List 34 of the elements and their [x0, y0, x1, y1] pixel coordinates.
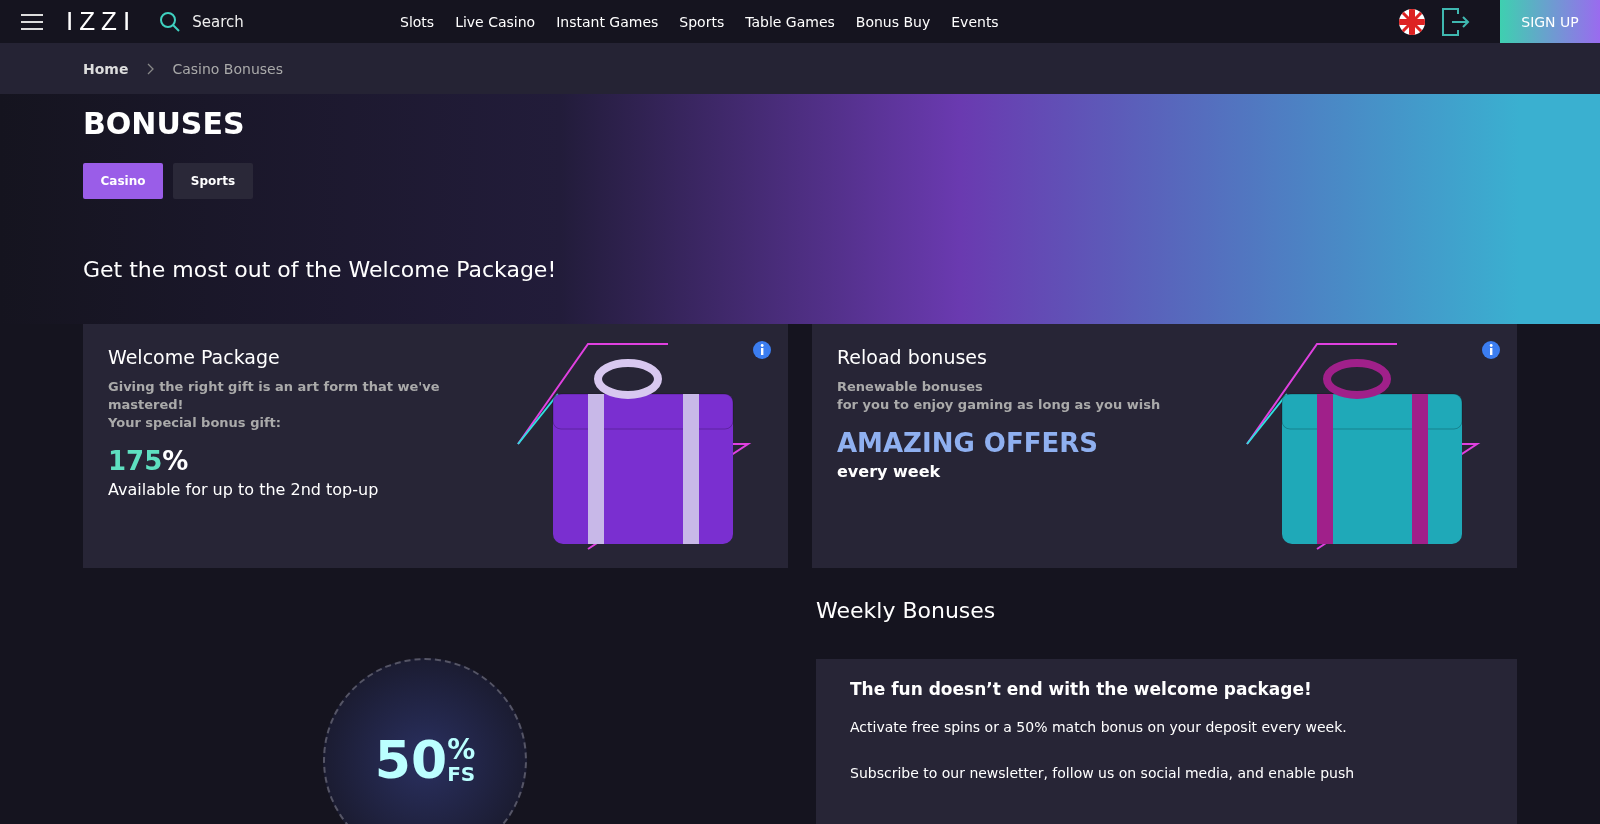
- section-heading: Weekly Bonuses: [816, 598, 997, 623]
- page-title: BONUSES: [83, 105, 246, 141]
- panel-heading: The fun doesn’t end with the welcome package!: [850, 679, 1313, 699]
- info-icon[interactable]: [752, 340, 772, 360]
- panel-text: Subscribe to our newsletter, follow us on social media, and enable push: [850, 765, 1356, 781]
- logo[interactable]: IZZI: [66, 6, 137, 37]
- nav-link[interactable]: Live Casino: [455, 13, 536, 30]
- info-icon[interactable]: [1481, 340, 1501, 360]
- nav-link[interactable]: Bonus Buy: [855, 13, 931, 30]
- breadcrumb-link[interactable]: Home: [83, 60, 129, 77]
- tab[interactable]: Sports: [173, 163, 253, 199]
- nav-link[interactable]: Slots: [400, 13, 435, 30]
- card-headline: AMAZING OFFERS: [837, 428, 1099, 458]
- tab[interactable]: Casino: [83, 163, 163, 199]
- card-description: Renewable bonuses for you to enjoy gaming as long as you wish: [837, 378, 1161, 414]
- breadcrumb-link[interactable]: Casino Bonuses: [172, 60, 283, 77]
- nav-link[interactable]: Table Games: [745, 13, 835, 30]
- flag-icon[interactable]: [1398, 7, 1426, 36]
- card-description: Giving the right gift is an art form that we've mastered! Your special bonus gift:: [108, 378, 441, 432]
- menu-icon[interactable]: [20, 12, 44, 31]
- search-field[interactable]: Search: [190, 11, 295, 32]
- card-title: Reload bonuses: [837, 346, 988, 368]
- percent-sign: %: [162, 446, 189, 476]
- card-footer: Available for up to the 2nd top-up: [108, 480, 468, 499]
- login-icon[interactable]: [1440, 5, 1470, 38]
- chevron-icon: [146, 62, 155, 75]
- nav-link[interactable]: Sports: [679, 13, 725, 30]
- nav-link[interactable]: Events: [951, 13, 999, 30]
- panel-text: Activate free spins or a 50% match bonus on your deposit every week.: [850, 719, 1348, 735]
- bonus-amount: 175: [108, 446, 163, 476]
- card-footer: every week: [837, 462, 1161, 481]
- nav-link[interactable]: Instant Games: [556, 13, 659, 30]
- section-heading: Get the most out of the Welcome Package!: [83, 257, 558, 282]
- card-title: Welcome Package: [108, 346, 281, 368]
